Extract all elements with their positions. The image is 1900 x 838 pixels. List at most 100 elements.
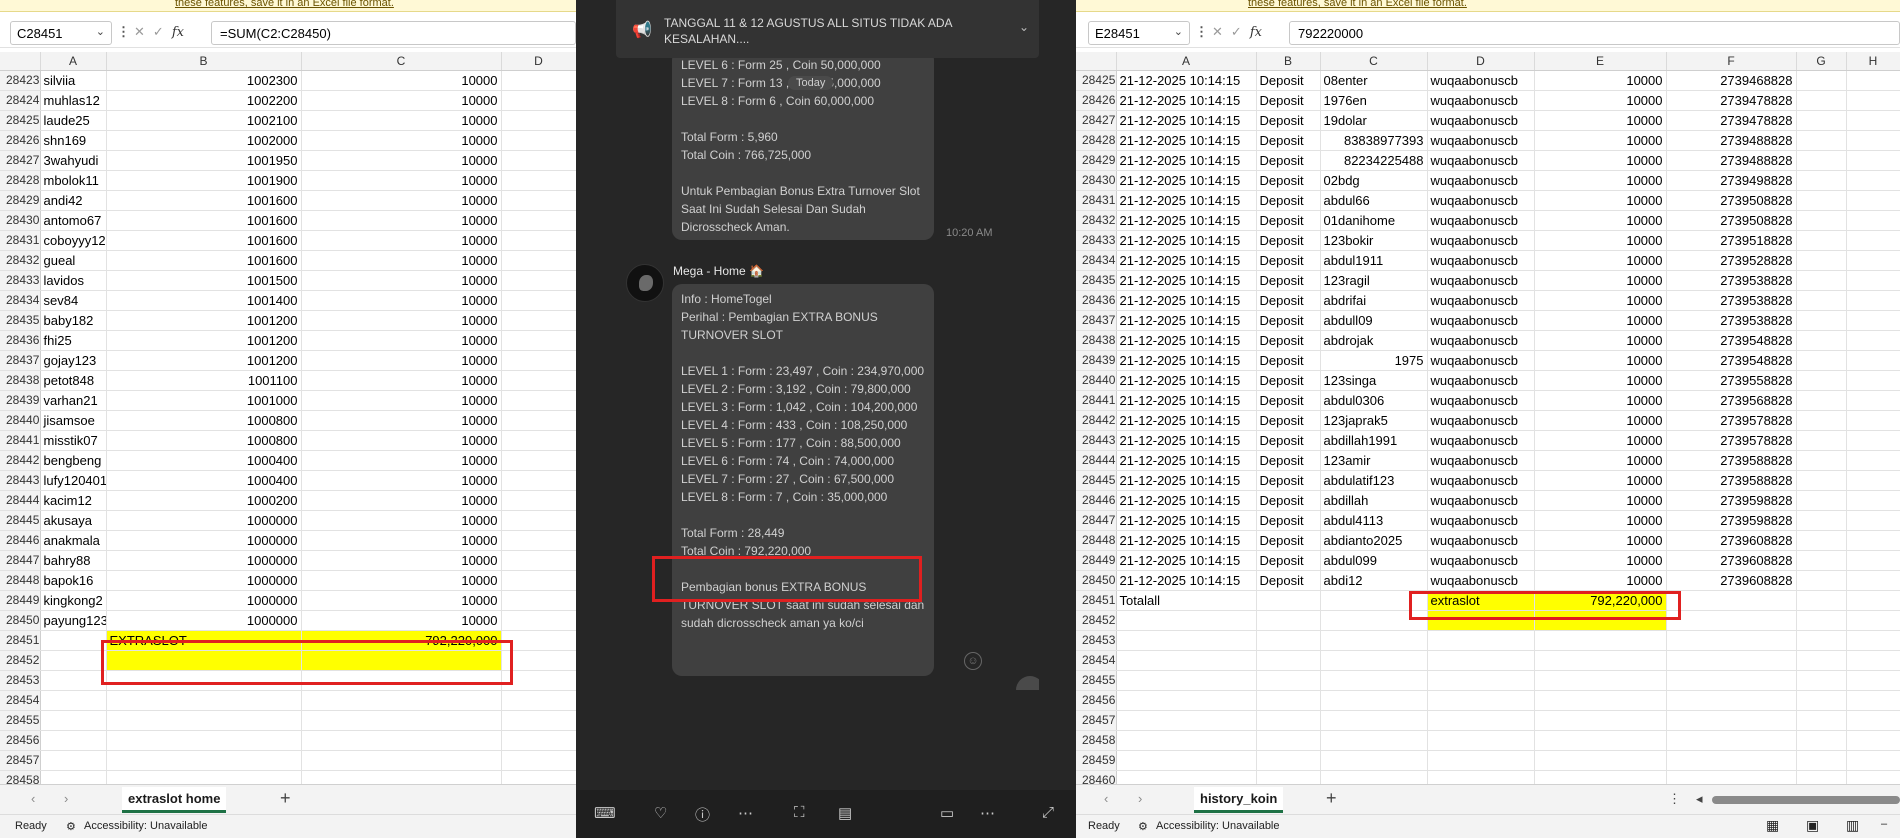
cell-type[interactable]: Deposit bbox=[1256, 110, 1321, 131]
cell-turnover[interactable]: 1002300 bbox=[106, 70, 302, 91]
prev-sheet-icon[interactable]: ‹ bbox=[31, 791, 35, 806]
cell-datetime[interactable]: 21-12-2025 10:14:15 bbox=[1116, 530, 1257, 551]
cell-empty[interactable] bbox=[301, 750, 502, 771]
cell-empty[interactable] bbox=[1796, 470, 1847, 491]
cell-empty[interactable] bbox=[501, 290, 576, 311]
pinned-announcement[interactable]: 📢 TANGGAL 11 & 12 AGUSTUS ALL SITUS TIDA… bbox=[616, 0, 1039, 58]
cell-empty[interactable] bbox=[1796, 710, 1847, 731]
row-header[interactable]: 28425 bbox=[0, 110, 41, 131]
select-all-corner[interactable] bbox=[0, 52, 41, 71]
cell-bonus[interactable]: 10000 bbox=[301, 130, 502, 151]
cell-empty[interactable] bbox=[1796, 510, 1847, 531]
cell-balance[interactable]: 2739608828 bbox=[1666, 570, 1797, 591]
cell-empty[interactable] bbox=[1534, 610, 1667, 631]
cell-type[interactable]: Deposit bbox=[1256, 130, 1321, 151]
cell-empty[interactable] bbox=[1534, 730, 1667, 751]
cell-username[interactable]: antomo67 bbox=[40, 210, 107, 231]
row-header[interactable]: 28433 bbox=[1076, 230, 1117, 251]
cell-empty[interactable] bbox=[1796, 430, 1847, 451]
cell-empty[interactable] bbox=[501, 430, 576, 451]
cell-datetime[interactable]: 21-12-2025 10:14:15 bbox=[1116, 470, 1257, 491]
cell-username[interactable]: 83838977393 bbox=[1320, 130, 1428, 151]
cell-account[interactable]: wuqaabonuscb bbox=[1427, 490, 1535, 511]
more-icon[interactable]: ⋮ bbox=[1668, 791, 1681, 807]
row-header[interactable]: 28438 bbox=[1076, 330, 1117, 351]
row-header[interactable]: 28424 bbox=[0, 90, 41, 111]
cell-username[interactable]: baby182 bbox=[40, 310, 107, 331]
cell-empty[interactable] bbox=[1666, 750, 1797, 771]
cell-username[interactable]: 08enter bbox=[1320, 70, 1428, 91]
cell-total-value[interactable]: 792,220,000 bbox=[1534, 590, 1667, 611]
cell-amount[interactable]: 10000 bbox=[1534, 450, 1667, 471]
cell-amount[interactable]: 10000 bbox=[1534, 350, 1667, 371]
cell-bonus[interactable]: 10000 bbox=[301, 410, 502, 431]
cell-empty[interactable] bbox=[1116, 710, 1257, 731]
cell-empty[interactable] bbox=[1796, 330, 1847, 351]
cell-account[interactable]: wuqaabonuscb bbox=[1427, 370, 1535, 391]
cell-bonus[interactable]: 10000 bbox=[301, 490, 502, 511]
cell-username[interactable]: abdianto2025 bbox=[1320, 530, 1428, 551]
cell-datetime[interactable]: 21-12-2025 10:14:15 bbox=[1116, 90, 1257, 111]
cell-empty[interactable] bbox=[106, 750, 302, 771]
cell-empty[interactable] bbox=[1846, 70, 1900, 91]
cell-bonus[interactable]: 10000 bbox=[301, 470, 502, 491]
status-accessibility[interactable]: Accessibility: Unavailable bbox=[84, 820, 208, 832]
cell-empty[interactable] bbox=[1666, 610, 1797, 631]
cell-username[interactable]: andi42 bbox=[40, 190, 107, 211]
cell-empty[interactable] bbox=[501, 610, 576, 631]
cell-empty[interactable] bbox=[501, 670, 576, 691]
cell-empty[interactable] bbox=[501, 590, 576, 611]
row-header[interactable]: 28457 bbox=[1076, 710, 1117, 731]
enter-icon[interactable]: ✓ bbox=[153, 24, 172, 39]
cell-type[interactable]: Deposit bbox=[1256, 530, 1321, 551]
cell-empty[interactable] bbox=[1846, 210, 1900, 231]
row-header[interactable]: 28435 bbox=[1076, 270, 1117, 291]
cell-empty[interactable] bbox=[1796, 150, 1847, 171]
cell-datetime[interactable]: 21-12-2025 10:14:15 bbox=[1116, 230, 1257, 251]
normal-view-icon[interactable]: ▦ bbox=[1766, 817, 1779, 834]
cell-username[interactable]: petot848 bbox=[40, 370, 107, 391]
cell-account[interactable]: wuqaabonuscb bbox=[1427, 350, 1535, 371]
cell-empty[interactable] bbox=[301, 690, 502, 711]
cell-empty[interactable] bbox=[1116, 630, 1257, 651]
cell-username[interactable]: abdillah bbox=[1320, 490, 1428, 511]
cell-empty[interactable] bbox=[1846, 750, 1900, 771]
name-box[interactable]: E28451 ⌄ bbox=[1088, 21, 1190, 45]
cell-username[interactable]: akusaya bbox=[40, 510, 107, 531]
cell-amount[interactable]: 10000 bbox=[1534, 230, 1667, 251]
cell-bonus[interactable]: 10000 bbox=[301, 450, 502, 471]
enter-icon[interactable]: ✓ bbox=[1231, 24, 1250, 39]
cell-empty[interactable] bbox=[1427, 650, 1535, 671]
cell-account[interactable]: wuqaabonuscb bbox=[1427, 570, 1535, 591]
cell-empty[interactable] bbox=[1846, 250, 1900, 271]
cell-username[interactable]: 82234225488 bbox=[1320, 150, 1428, 171]
cell-total-label[interactable]: Totalall bbox=[1116, 590, 1257, 611]
cell-turnover[interactable]: 1001200 bbox=[106, 330, 302, 351]
cell-empty[interactable] bbox=[501, 470, 576, 491]
row-header[interactable]: 28439 bbox=[0, 390, 41, 411]
cell-balance[interactable]: 2739478828 bbox=[1666, 90, 1797, 111]
cell-account[interactable]: wuqaabonuscb bbox=[1427, 410, 1535, 431]
cell-balance[interactable]: 2739488828 bbox=[1666, 130, 1797, 151]
cell-username[interactable]: 1975 bbox=[1320, 350, 1428, 371]
cell-amount[interactable]: 10000 bbox=[1534, 510, 1667, 531]
formula-input[interactable]: 792220000 bbox=[1289, 21, 1900, 45]
cell-bonus[interactable]: 10000 bbox=[301, 70, 502, 91]
cell-empty[interactable] bbox=[501, 330, 576, 351]
cell-empty[interactable] bbox=[1320, 750, 1428, 771]
message-list[interactable]: LEVEL 6 : Form 25 , Coin 50,000,000 LEVE… bbox=[616, 58, 1039, 690]
cell-empty[interactable] bbox=[501, 70, 576, 91]
cell-empty[interactable] bbox=[1796, 270, 1847, 291]
row-header[interactable]: 28433 bbox=[0, 270, 41, 291]
info-icon[interactable]: ⓘ bbox=[695, 804, 710, 825]
cell-balance[interactable]: 2739468828 bbox=[1666, 70, 1797, 91]
cell-empty[interactable] bbox=[501, 570, 576, 591]
cell-type[interactable]: Deposit bbox=[1256, 350, 1321, 371]
cell-empty[interactable] bbox=[106, 730, 302, 751]
cell-empty[interactable] bbox=[1796, 130, 1847, 151]
cell-type[interactable]: Deposit bbox=[1256, 230, 1321, 251]
more-icon[interactable]: ⋯ bbox=[980, 804, 995, 822]
cell-turnover[interactable]: 1000000 bbox=[106, 530, 302, 551]
cell-datetime[interactable]: 21-12-2025 10:14:15 bbox=[1116, 430, 1257, 451]
row-header[interactable]: 28456 bbox=[1076, 690, 1117, 711]
